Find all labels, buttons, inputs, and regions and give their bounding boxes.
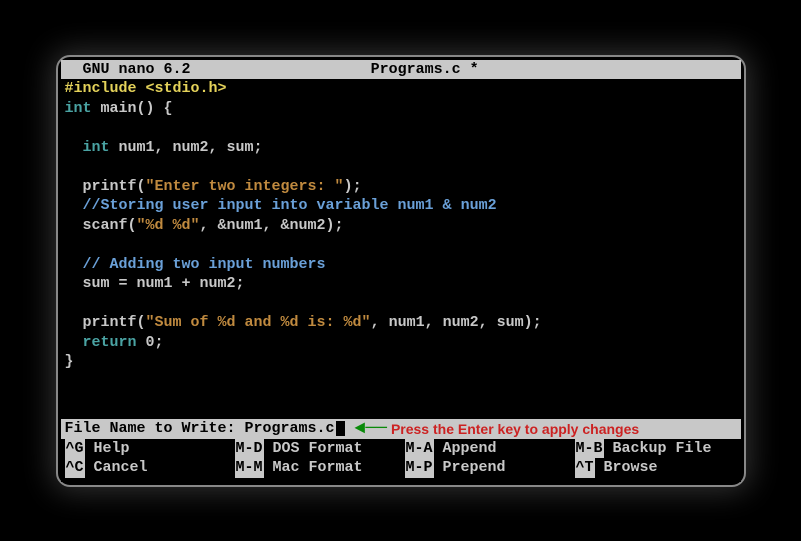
- scanf-call: scanf(: [65, 217, 137, 234]
- shortcut-dos-format[interactable]: M-D DOS Format: [235, 439, 405, 459]
- action-label: Mac Format: [264, 458, 363, 478]
- action-label: Help: [85, 439, 130, 459]
- annotation-text: Press the Enter key to apply changes: [391, 420, 639, 438]
- shortcut-backup-file[interactable]: M-B Backup File: [575, 439, 737, 459]
- keyword-int: int: [65, 100, 92, 117]
- keyword-return: return: [65, 334, 137, 351]
- action-label: Backup File: [604, 439, 712, 459]
- key-label: ^G: [65, 439, 85, 459]
- titlebar: GNU nano 6.2 Programs.c *: [61, 60, 741, 80]
- main-decl: main() {: [92, 100, 173, 117]
- scanf-end: , &num1, &num2);: [200, 217, 344, 234]
- comment: //Storing user input into variable num1 …: [65, 197, 497, 214]
- prompt-label: File Name to Write:: [65, 419, 245, 439]
- string-literal: "%d %d": [137, 217, 200, 234]
- comment: // Adding two input numbers: [65, 256, 326, 273]
- string-literal: "Sum of %d and %d is: %d": [146, 314, 371, 331]
- printf-end: , num1, num2, sum);: [371, 314, 542, 331]
- filename: Programs.c *: [371, 61, 479, 78]
- action-label: Browse: [595, 458, 658, 478]
- shortcut-help[interactable]: ^G Help: [65, 439, 235, 459]
- key-label: M-D: [235, 439, 264, 459]
- shortcut-append[interactable]: M-A Append: [405, 439, 575, 459]
- key-label: ^C: [65, 458, 85, 478]
- titlebar-spacer: [191, 61, 371, 78]
- arrow-left-icon: ◄──: [355, 420, 387, 438]
- printf-end: );: [344, 178, 362, 195]
- string-literal: "Enter two integers: ": [146, 178, 344, 195]
- var-decl: num1, num2, sum;: [110, 139, 263, 156]
- key-label: M-A: [405, 439, 434, 459]
- shortcut-browse[interactable]: ^T Browse: [575, 458, 737, 478]
- key-label: ^T: [575, 458, 595, 478]
- shortcut-prepend[interactable]: M-P Prepend: [405, 458, 575, 478]
- annotation-area: ◄── Press the Enter key to apply changes: [349, 419, 741, 439]
- brace-close: }: [65, 353, 74, 370]
- nano-editor-window: GNU nano 6.2 Programs.c * #include <stdi…: [56, 55, 746, 487]
- action-label: Prepend: [434, 458, 506, 478]
- code-area[interactable]: #include <stdio.h> int main() { int num1…: [61, 79, 741, 419]
- header-stdio: <stdio.h>: [137, 80, 227, 97]
- key-label: M-B: [575, 439, 604, 459]
- shortcut-bar: ^G Help M-D DOS Format M-A Append M-B Ba…: [61, 439, 741, 482]
- keyword-include: #include: [65, 80, 137, 97]
- keyword-int: int: [65, 139, 110, 156]
- return-val: 0;: [137, 334, 164, 351]
- app-version: GNU nano 6.2: [65, 61, 191, 78]
- prompt-input-area[interactable]: File Name to Write: Programs.c: [61, 419, 349, 439]
- action-label: Cancel: [85, 458, 148, 478]
- key-label: M-P: [405, 458, 434, 478]
- printf-call: printf(: [65, 314, 146, 331]
- assignment: sum = num1 + num2;: [65, 275, 245, 292]
- action-label: DOS Format: [264, 439, 363, 459]
- prompt-value: Programs.c: [245, 419, 335, 439]
- printf-call: printf(: [65, 178, 146, 195]
- filename-prompt: File Name to Write: Programs.c ◄── Press…: [61, 419, 741, 439]
- key-label: M-M: [235, 458, 264, 478]
- action-label: Append: [434, 439, 497, 459]
- shortcut-mac-format[interactable]: M-M Mac Format: [235, 458, 405, 478]
- text-cursor: [336, 421, 345, 436]
- shortcut-cancel[interactable]: ^C Cancel: [65, 458, 235, 478]
